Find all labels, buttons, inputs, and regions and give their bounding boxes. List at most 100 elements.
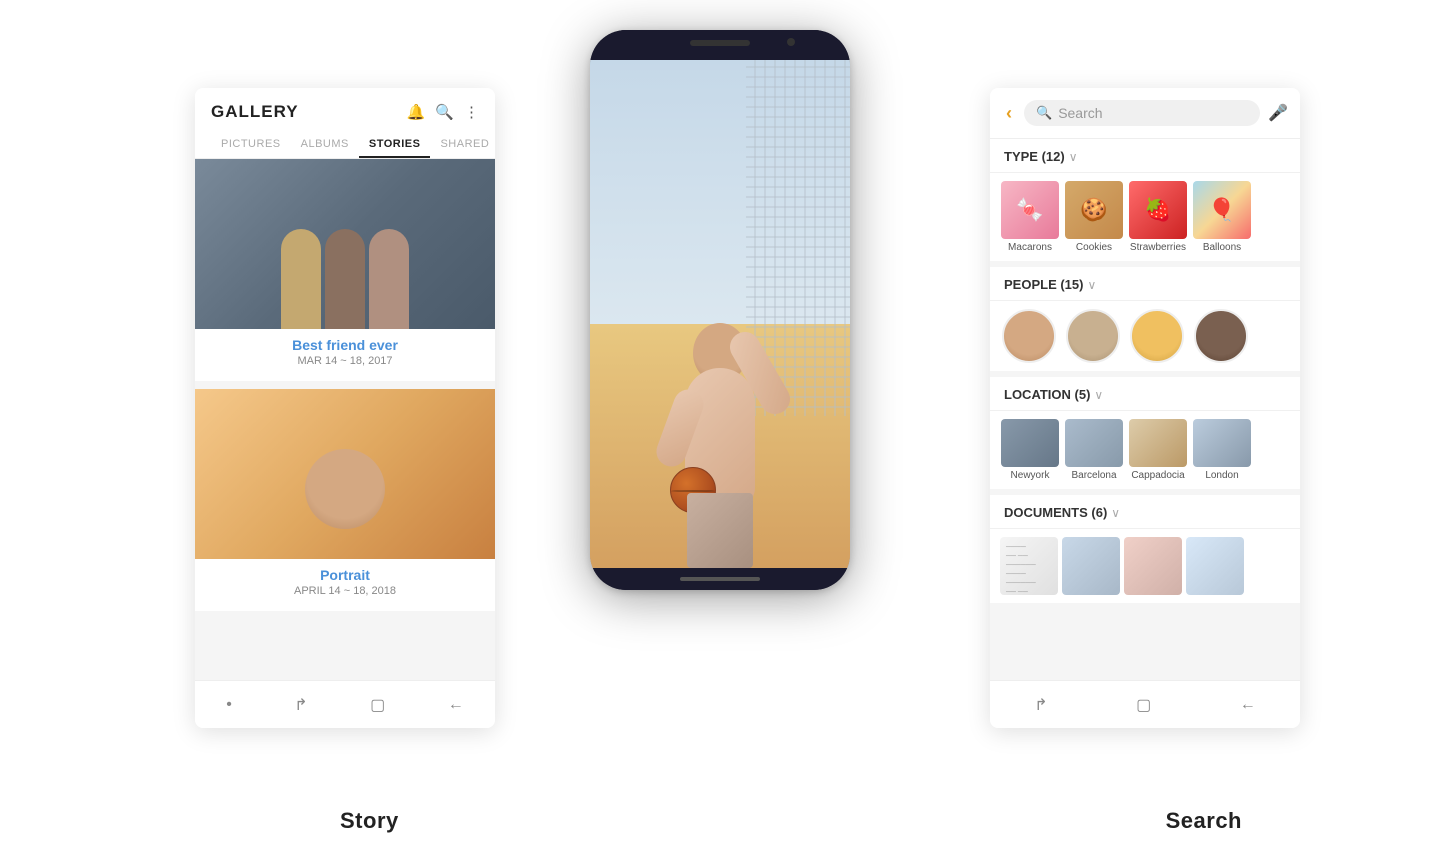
newyork-label: Newyork [1011, 470, 1050, 481]
type-item-balloons[interactable]: Balloons [1192, 181, 1252, 253]
story-name-2: Portrait [211, 567, 479, 583]
balloons-thumb [1193, 181, 1251, 239]
story-date-1: MAR 14 ~ 18, 2017 [211, 355, 479, 367]
gallery-content: Best friend ever MAR 14 ~ 18, 2017 Portr… [195, 159, 495, 665]
doc-thumb-3[interactable] [1124, 537, 1182, 595]
macarons-label: Macarons [1008, 242, 1052, 253]
type-chevron-icon: ∨ [1069, 150, 1078, 164]
more-icon[interactable]: ⋮ [464, 103, 479, 121]
people-row [990, 301, 1300, 371]
story-name-1: Best friend ever [211, 337, 479, 353]
tab-shared[interactable]: SHARED [430, 132, 495, 158]
type-section-title: TYPE (12) [1004, 149, 1065, 164]
microphone-icon[interactable]: 🎤 [1268, 103, 1288, 123]
gallery-header: GALLERY 🔔 🔍 ⋮ PICTURES ALBUMS STORIES SH… [195, 88, 495, 159]
balloons-label: Balloons [1203, 242, 1241, 253]
player-legs [687, 493, 753, 568]
player-container [616, 111, 824, 568]
scene: GALLERY 🔔 🔍 ⋮ PICTURES ALBUMS STORIES SH… [0, 0, 1440, 864]
people-section-title: PEOPLE (15) [1004, 277, 1083, 292]
location-newyork[interactable]: Newyork [1000, 419, 1060, 481]
documents-chevron-icon: ∨ [1111, 506, 1120, 520]
search-back-button[interactable]: ‹ [1002, 101, 1016, 126]
search-location-section: LOCATION (5) ∨ Newyork Barcelona Cappado… [990, 377, 1300, 489]
person-3[interactable] [1130, 309, 1184, 363]
tab-stories[interactable]: STORIES [359, 132, 431, 158]
gallery-bottom-bar: • ↱ ▢ ← [195, 680, 495, 728]
left-screen: GALLERY 🔔 🔍 ⋮ PICTURES ALBUMS STORIES SH… [195, 88, 495, 728]
back-icon[interactable]: ← [448, 696, 464, 714]
gallery-icons: 🔔 🔍 ⋮ [407, 103, 479, 121]
london-thumb [1193, 419, 1251, 467]
notification-icon[interactable]: 🔔 [407, 103, 426, 121]
phone-camera [787, 38, 795, 46]
cookies-label: Cookies [1076, 242, 1112, 253]
newyork-thumb [1001, 419, 1059, 467]
copy-icon[interactable]: ▢ [370, 695, 385, 715]
doc-thumb-1[interactable]: ────── ──────────────────── ── [1000, 537, 1058, 595]
london-label: London [1205, 470, 1238, 481]
strawberries-label: Strawberries [1130, 242, 1186, 253]
person-2[interactable] [1066, 309, 1120, 363]
type-item-macarons[interactable]: Macarons [1000, 181, 1060, 253]
documents-section-header: DOCUMENTS (6) ∨ [990, 495, 1300, 529]
label-search: Search [1166, 808, 1242, 834]
story-image-2 [195, 389, 495, 559]
search-header: ‹ 🔍 Search 🎤 [990, 88, 1300, 139]
phone-top-bar [590, 30, 850, 60]
type-section-header: TYPE (12) ∨ [990, 139, 1300, 173]
type-item-strawberries[interactable]: Strawberries [1128, 181, 1188, 253]
location-cappadocia[interactable]: Cappadocia [1128, 419, 1188, 481]
story-card-2[interactable]: Portrait APRIL 14 ~ 18, 2018 [195, 389, 495, 611]
type-item-cookies[interactable]: Cookies [1064, 181, 1124, 253]
figure-1 [281, 229, 321, 329]
strawberries-thumb [1129, 181, 1187, 239]
label-story: Story [340, 808, 399, 834]
doc-thumb-2[interactable] [1062, 537, 1120, 595]
person-1[interactable] [1002, 309, 1056, 363]
type-grid: Macarons Cookies Strawberries Balloons [990, 173, 1300, 261]
search-people-section: PEOPLE (15) ∨ [990, 267, 1300, 371]
search-input-icon: 🔍 [1036, 105, 1052, 121]
right-copy-icon[interactable]: ▢ [1136, 695, 1151, 715]
gallery-tabs: PICTURES ALBUMS STORIES SHARED [211, 132, 479, 158]
search-input-wrap[interactable]: 🔍 Search [1024, 100, 1260, 126]
gallery-title: GALLERY [211, 102, 299, 122]
cappadocia-thumb [1129, 419, 1187, 467]
figure-2 [325, 229, 365, 329]
search-icon[interactable]: 🔍 [435, 103, 454, 121]
location-chevron-icon: ∨ [1094, 388, 1103, 402]
tab-albums[interactable]: ALBUMS [291, 132, 359, 158]
basketball-scene [590, 60, 850, 568]
docs-grid: ────── ──────────────────── ── [990, 529, 1300, 603]
doc-thumb-4[interactable] [1186, 537, 1244, 595]
gallery-title-row: GALLERY 🔔 🔍 ⋮ [211, 102, 479, 122]
story-card-1[interactable]: Best friend ever MAR 14 ~ 18, 2017 [195, 159, 495, 381]
story-image-1 [195, 159, 495, 329]
barcelona-label: Barcelona [1071, 470, 1116, 481]
people-figures [195, 193, 495, 329]
story-info-1: Best friend ever MAR 14 ~ 18, 2017 [195, 329, 495, 381]
barcelona-thumb [1065, 419, 1123, 467]
right-share-icon[interactable]: ↱ [1034, 695, 1047, 715]
phone-screen [590, 60, 850, 568]
center-phone [590, 30, 850, 590]
story-info-2: Portrait APRIL 14 ~ 18, 2018 [195, 559, 495, 611]
right-back-icon[interactable]: ← [1240, 696, 1256, 714]
location-barcelona[interactable]: Barcelona [1064, 419, 1124, 481]
share-icon[interactable]: ↱ [294, 695, 307, 715]
search-input[interactable]: Search [1058, 105, 1248, 121]
people-section-header: PEOPLE (15) ∨ [990, 267, 1300, 301]
cappadocia-label: Cappadocia [1131, 470, 1184, 481]
location-london[interactable]: London [1192, 419, 1252, 481]
right-screen: ‹ 🔍 Search 🎤 TYPE (12) ∨ Macarons Cookie [990, 88, 1300, 728]
story-date-2: APRIL 14 ~ 18, 2018 [211, 585, 479, 597]
selfie-face [305, 449, 385, 529]
tab-pictures[interactable]: PICTURES [211, 132, 291, 158]
person-4[interactable] [1194, 309, 1248, 363]
documents-section-title: DOCUMENTS (6) [1004, 505, 1107, 520]
cookies-thumb [1065, 181, 1123, 239]
location-section-header: LOCATION (5) ∨ [990, 377, 1300, 411]
search-documents-section: DOCUMENTS (6) ∨ ────── ─────────────────… [990, 495, 1300, 603]
player-body [665, 248, 775, 568]
